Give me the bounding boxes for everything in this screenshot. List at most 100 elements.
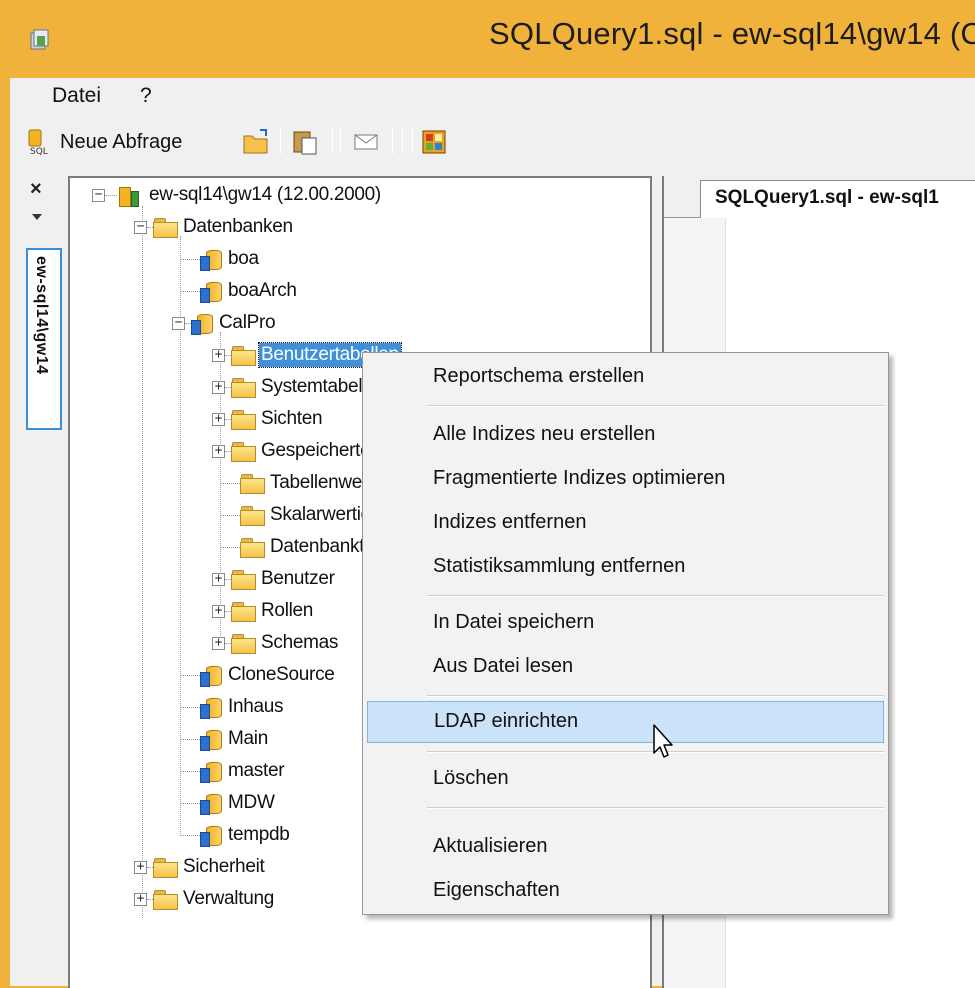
menu-separator (427, 595, 884, 597)
paste-button[interactable] (290, 126, 320, 158)
menu-item-remove-indexes[interactable]: Indizes entfernen (367, 503, 884, 543)
expand-icon[interactable]: + (134, 860, 147, 874)
tree-connector (180, 834, 200, 836)
mail-button[interactable] (352, 126, 382, 158)
toolbar-separator (332, 128, 333, 154)
expand-icon[interactable]: + (212, 412, 225, 426)
tree-connector (220, 546, 240, 548)
menu-help[interactable]: ? (140, 84, 152, 108)
tree-connector (180, 258, 200, 260)
new-query-icon: SQL (28, 129, 48, 156)
open-button[interactable] (242, 126, 272, 158)
expand-icon[interactable]: + (134, 892, 147, 906)
toolbar-separator (402, 128, 403, 154)
menu-item-delete[interactable]: Löschen (367, 759, 884, 799)
tree-connector (180, 738, 200, 740)
toolbar-separator (340, 128, 341, 154)
open-icon (243, 129, 268, 154)
tree-node-db[interactable]: Main (180, 724, 270, 754)
tree-node-label: ew-sql14\gw14 (12.00.2000) (149, 184, 381, 205)
tree-node-db-calpro[interactable]: − CalPro (172, 308, 277, 338)
collapse-icon[interactable]: − (172, 316, 185, 330)
tree-node-folder[interactable]: + Sicherheit (134, 852, 267, 882)
menu-item-remove-statistics[interactable]: Statistiksammlung entfernen (367, 547, 884, 587)
collapse-icon[interactable]: − (134, 220, 147, 234)
tree-node-db[interactable]: CloneSource (180, 660, 337, 690)
toolbar-separator (280, 128, 281, 154)
close-icon[interactable]: × (30, 178, 42, 201)
grid-button[interactable] (420, 126, 450, 158)
mouse-pointer-icon (653, 724, 673, 758)
app-icon (30, 29, 49, 50)
expand-icon[interactable]: + (212, 380, 225, 394)
tree-node-db[interactable]: master (180, 756, 286, 786)
menu-item-label: LDAP einrichten (434, 710, 579, 732)
tree-node-label: Schemas (261, 632, 339, 653)
tree-node-db[interactable]: boa (180, 244, 261, 274)
menu-item-label: Alle Indizes neu erstellen (433, 423, 656, 445)
tree-node-db[interactable]: boaArch (180, 276, 299, 306)
tree-connector (180, 802, 200, 804)
chevron-down-icon[interactable] (32, 214, 42, 220)
app-client-area: Datei ? SQL Neue Abfrage × ew-sql14\gw14… (10, 78, 975, 988)
folder-icon (231, 410, 256, 430)
tab-server[interactable]: ew-sql14\gw14 (26, 248, 62, 430)
tree-node-databases[interactable]: − Datenbanken (134, 212, 295, 242)
database-icon (200, 280, 222, 303)
folder-icon (231, 378, 256, 398)
tree-node-label: Benutzer (261, 568, 335, 589)
menu-item-rebuild-indexes[interactable]: Alle Indizes neu erstellen (367, 415, 884, 455)
tree-node-folder[interactable]: + Rollen (212, 596, 315, 626)
menu-item-label: Löschen (433, 767, 509, 789)
window-title: SQLQuery1.sql - ew-sql14\gw14 (C (489, 16, 975, 51)
tree-node-folder[interactable]: + Schemas (212, 628, 340, 658)
server-tab-label: ew-sql14\gw14 (33, 256, 50, 375)
menu-item-label: In Datei speichern (433, 611, 595, 633)
menu-item-refresh[interactable]: Aktualisieren (367, 827, 884, 867)
tree-node-label: Datenbanken (183, 216, 293, 237)
tree-connector (142, 206, 143, 918)
folder-open-icon (153, 218, 178, 238)
expand-icon[interactable]: + (212, 604, 225, 618)
tree-node-label: Verwaltung (183, 888, 275, 909)
tree-node-db[interactable]: Inhaus (180, 692, 285, 722)
expand-icon[interactable]: + (212, 348, 225, 362)
menu-item-label: Reportschema erstellen (433, 365, 645, 387)
context-menu: Reportschema erstellen Alle Indizes neu … (362, 352, 889, 915)
tree-node-label: boaArch (228, 280, 297, 301)
database-icon (200, 696, 222, 719)
folder-icon (231, 570, 256, 590)
menu-item-load-from-file[interactable]: Aus Datei lesen (367, 647, 884, 687)
tree-node-label: Rollen (261, 600, 314, 621)
tree-node-folder[interactable]: + Verwaltung (134, 884, 276, 914)
tree-node-label: Main (228, 728, 268, 749)
document-tab-label: SQLQuery1.sql - ew-sql1 (715, 187, 939, 208)
expand-icon[interactable]: + (212, 572, 225, 586)
tree-connector (105, 194, 117, 196)
tab-sqlquery1[interactable]: SQLQuery1.sql - ew-sql1 (700, 180, 975, 218)
expand-icon[interactable]: + (212, 444, 225, 458)
database-icon (200, 760, 222, 783)
menu-item-optimize-indexes[interactable]: Fragmentierte Indizes optimieren (367, 459, 884, 499)
expand-icon[interactable]: + (212, 636, 225, 650)
menu-item-label: Statistiksammlung entfernen (433, 555, 686, 577)
tree-node-server[interactable]: − ew-sql14\gw14 (12.00.2000) (92, 180, 383, 210)
tree-node-db[interactable]: MDW (180, 788, 277, 818)
menu-item-reportschema[interactable]: Reportschema erstellen (367, 357, 884, 397)
tree-node-folder[interactable]: + Benutzer (212, 564, 337, 594)
menu-item-ldap[interactable]: LDAP einrichten (367, 701, 884, 743)
tree-node-folder[interactable]: + Sichten (212, 404, 324, 434)
tree-node-label: MDW (228, 792, 275, 813)
tree-connector (220, 514, 240, 516)
tree-node-label: master (228, 760, 285, 781)
collapse-icon[interactable]: − (92, 188, 105, 202)
new-query-button[interactable]: SQL Neue Abfrage (26, 126, 182, 158)
title-bar: SQLQuery1.sql - ew-sql14\gw14 (C (0, 0, 975, 78)
menu-item-properties[interactable]: Eigenschaften (367, 871, 884, 911)
tree-node-db[interactable]: tempdb (180, 820, 292, 850)
database-icon (191, 312, 213, 335)
toolbar: SQL Neue Abfrage (10, 120, 975, 164)
menu-datei[interactable]: Datei (52, 84, 101, 108)
folder-icon (153, 890, 178, 910)
menu-item-save-to-file[interactable]: In Datei speichern (367, 603, 884, 643)
